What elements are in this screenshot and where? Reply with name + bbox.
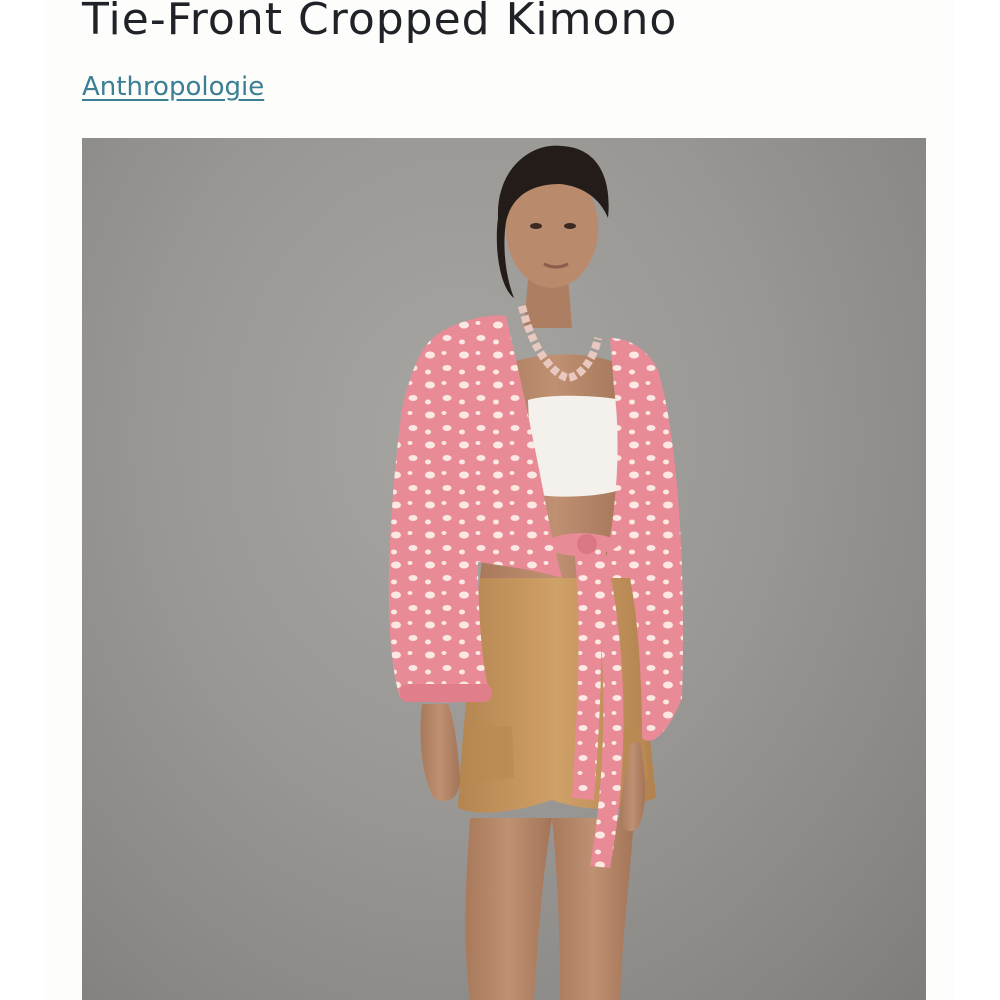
model-head <box>496 145 609 298</box>
product-title: Tie-Front Cropped Kimono <box>82 0 678 45</box>
product-photo[interactable] <box>82 138 926 1000</box>
model-illustration <box>388 145 683 1000</box>
product-page: Tie-Front Cropped Kimono Anthropologie <box>0 0 1000 1000</box>
bralette <box>528 395 622 497</box>
brand-link[interactable]: Anthropologie <box>82 72 264 102</box>
